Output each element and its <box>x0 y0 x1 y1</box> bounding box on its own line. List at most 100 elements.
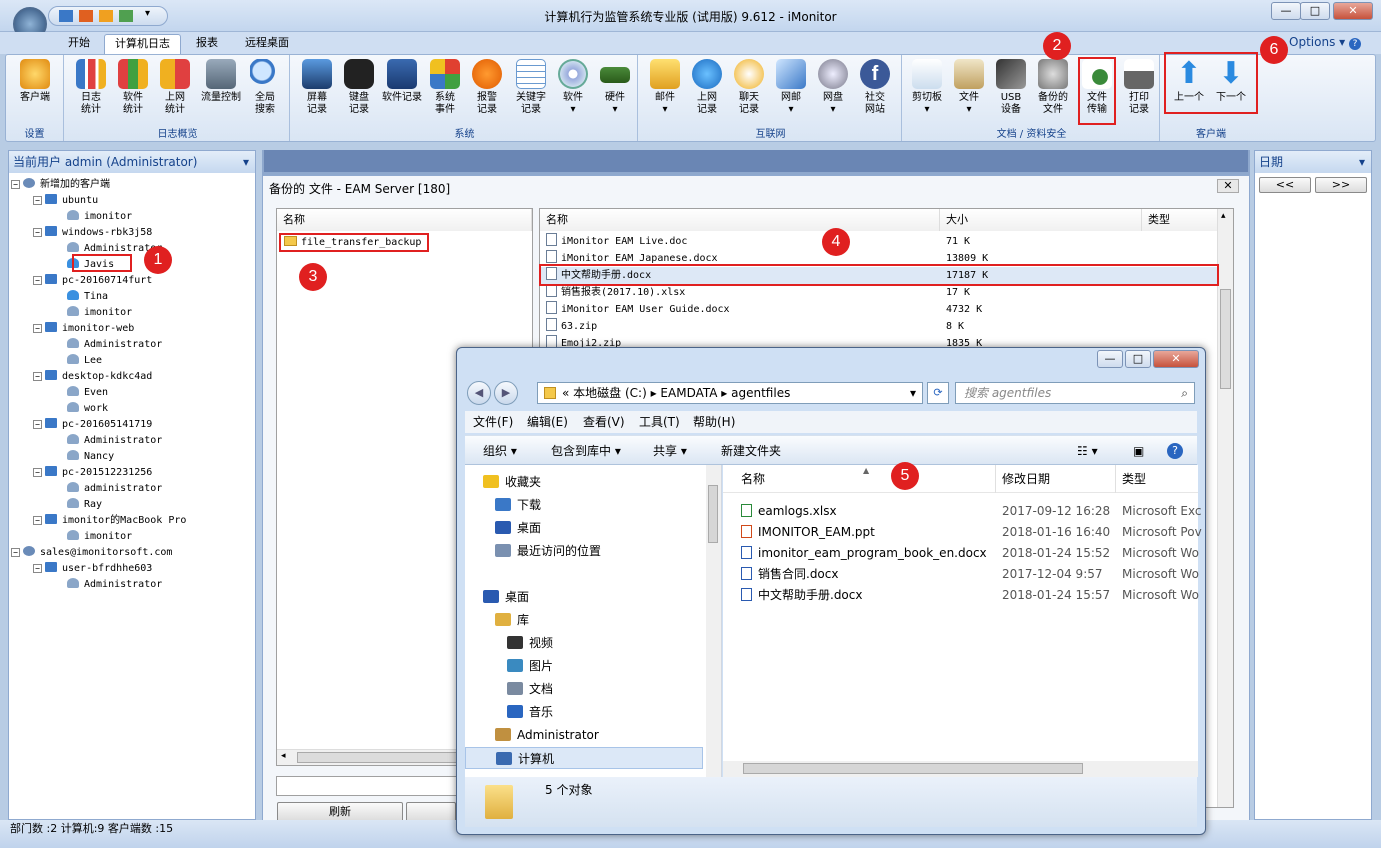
web-stats-button[interactable]: 上网 统计 <box>156 59 194 116</box>
include-in-library-button[interactable]: 包含到库中 ▾ <box>551 436 621 466</box>
backup-files-button[interactable]: 备份的 文件 <box>1034 59 1072 116</box>
tree-expander[interactable]: − <box>33 564 42 573</box>
software-button[interactable]: 软件 ▾ <box>554 59 592 116</box>
preview-pane-icon[interactable]: ▣ <box>1133 436 1144 466</box>
refresh-button[interactable]: 刷新 <box>277 802 403 822</box>
tree-node[interactable]: imonitor-web <box>45 321 134 337</box>
quick-web-icon[interactable] <box>99 10 113 22</box>
chat-record-button[interactable]: 聊天 记录 <box>730 59 768 116</box>
share-button[interactable]: 共享 ▾ <box>653 436 687 466</box>
tree-expander[interactable]: − <box>33 276 42 285</box>
scrollbar-thumb[interactable] <box>708 485 718 543</box>
menu-view[interactable]: 查看(V) <box>583 411 625 433</box>
system-event-button[interactable]: 系统 事件 <box>426 59 464 116</box>
tree-node[interactable]: Lee <box>67 353 102 369</box>
search-icon[interactable]: ⌕ <box>1181 383 1188 403</box>
tree-node[interactable]: imonitor <box>67 209 132 225</box>
clipboard-button[interactable]: 剪切板 ▾ <box>908 59 946 116</box>
organize-button[interactable]: 组织 ▾ <box>483 436 517 466</box>
log-stats-button[interactable]: 日志 统计 <box>72 59 110 116</box>
chevron-down-icon[interactable]: ▾ <box>145 8 150 19</box>
backup-window-close-button[interactable]: ✕ <box>1217 179 1239 193</box>
tree-node[interactable]: work <box>67 401 108 417</box>
tree-node[interactable]: Nancy <box>67 449 114 465</box>
close-button[interactable]: ✕ <box>1333 2 1373 20</box>
next-client-button[interactable]: ⬇ 下一个 <box>1212 59 1250 104</box>
menu-help[interactable]: 帮助(H) <box>693 411 735 433</box>
chevron-down-icon[interactable]: ▾ <box>243 151 249 173</box>
webmail-button[interactable]: 网邮 ▾ <box>772 59 810 116</box>
menu-edit[interactable]: 编辑(E) <box>527 411 568 433</box>
nav-item[interactable]: 桌面 <box>483 586 529 608</box>
traffic-control-button[interactable]: 流量控制 <box>198 59 244 104</box>
web-record-button[interactable]: 上网 记录 <box>688 59 726 116</box>
menu-tools[interactable]: 工具(T) <box>639 411 680 433</box>
alert-record-button[interactable]: 报警 记录 <box>468 59 506 116</box>
tab-report[interactable]: 报表 <box>186 34 228 54</box>
address-bar[interactable]: « 本地磁盘 (C:) ▸ EAMDATA ▸ agentfiles ▾ <box>537 382 923 404</box>
explorer-file-row[interactable]: eamlogs.xlsx 2017-09-12 16:28 Microsoft Ex… <box>723 501 1202 522</box>
folder-tree-name-header[interactable]: 名称 <box>277 209 532 231</box>
scrollbar-thumb[interactable] <box>297 752 477 763</box>
tree-expander[interactable]: − <box>33 420 42 429</box>
file-size-header[interactable]: 大小 <box>940 209 1142 231</box>
print-record-button[interactable]: 打印 记录 <box>1120 59 1158 116</box>
tree-node[interactable]: imonitor <box>67 529 132 545</box>
tree-expander[interactable]: − <box>11 548 20 557</box>
chevron-down-icon[interactable]: ▾ <box>910 383 916 403</box>
minimize-button[interactable]: — <box>1271 2 1301 20</box>
view-options-icon[interactable]: ☷ ▾ <box>1077 436 1098 466</box>
help-icon[interactable]: ? <box>1349 38 1361 50</box>
keyboard-record-button[interactable]: 键盘 记录 <box>340 59 378 116</box>
explorer-file-row[interactable]: 中文帮助手册.docx 2018-01-24 15:57 Microsoft Wo <box>723 585 1199 606</box>
refresh-icon[interactable]: ⟳ <box>927 382 949 404</box>
nav-item[interactable]: 图片 <box>507 655 553 677</box>
tree-expander[interactable]: − <box>33 372 42 381</box>
tree-node[interactable]: Administrator <box>67 433 162 449</box>
back-button[interactable]: ◀ <box>467 381 491 405</box>
new-folder-button[interactable]: 新建文件夹 <box>721 436 781 466</box>
tree-node[interactable]: Ray <box>67 497 102 513</box>
nav-item[interactable]: 桌面 <box>495 517 541 539</box>
tree-node[interactable]: user-bfrdhhe603 <box>45 561 152 577</box>
tree-node[interactable]: ubuntu <box>45 193 98 209</box>
tab-start[interactable]: 开始 <box>58 34 100 54</box>
file-row[interactable]: iMonitor EAM Live.doc 71 K <box>540 233 1218 250</box>
tree-node[interactable]: Even <box>67 385 108 401</box>
nav-item[interactable]: 库 <box>495 609 529 631</box>
global-search-button[interactable]: 全局 搜索 <box>246 59 284 116</box>
scrollbar-thumb[interactable] <box>743 763 1083 774</box>
file-transfer-button[interactable]: 文件 传输 <box>1078 57 1116 125</box>
keyword-record-button[interactable]: 关键字 记录 <box>510 59 552 116</box>
tree-expander[interactable]: − <box>33 228 42 237</box>
file-row[interactable]: 63.zip 8 K <box>540 318 1218 335</box>
quick-access-toolbar[interactable]: ▾ <box>48 6 168 26</box>
tree-node[interactable]: pc-20160714furt <box>45 273 152 289</box>
tree-node[interactable]: windows-rbk3j58 <box>45 225 152 241</box>
netdisk-button[interactable]: 网盘 ▾ <box>814 59 852 116</box>
hardware-button[interactable]: 硬件 ▾ <box>596 59 634 116</box>
file-name-header[interactable]: 名称 <box>540 209 940 231</box>
tree-expander[interactable]: − <box>33 196 42 205</box>
date-header[interactable]: 日期 ▾ <box>1255 151 1371 173</box>
help-icon[interactable]: ? <box>1167 443 1183 459</box>
breadcrumb-drive[interactable]: 本地磁盘 (C:) <box>573 386 647 400</box>
tree-node[interactable]: pc-201605141719 <box>45 417 152 433</box>
vertical-scrollbar[interactable]: ▴ <box>1217 209 1233 807</box>
tab-remote-desktop[interactable]: 远程桌面 <box>235 34 299 54</box>
explorer-file-row[interactable]: imonitor_eam_program_book_en.docx 2018-01… <box>723 543 1199 564</box>
current-user-header[interactable]: 当前用户 admin (Administrator) ▾ <box>9 151 255 173</box>
file-button[interactable]: 文件 ▾ <box>950 59 988 116</box>
tree-node[interactable]: 新增加的客户端 <box>23 177 110 193</box>
nav-item[interactable]: 视频 <box>507 632 553 654</box>
tree-node[interactable]: sales@imonitorsoft.com <box>23 545 172 561</box>
quick-traffic-icon[interactable] <box>119 10 133 22</box>
client-button[interactable]: 客户端 <box>16 59 54 104</box>
explorer-file-row[interactable]: IMONITOR_EAM.ppt 2018-01-16 16:40 Microsof… <box>723 522 1202 543</box>
explorer-file-row[interactable]: 销售合同.docx 2017-12-04 9:57 Microsoft Wo <box>723 564 1199 585</box>
chevron-down-icon[interactable]: ▾ <box>1359 151 1365 173</box>
maximize-button[interactable]: □ <box>1300 2 1330 20</box>
breadcrumb-eamdata[interactable]: EAMDATA <box>660 386 717 400</box>
prev-date-button[interactable]: << <box>1259 177 1311 193</box>
software-record-button[interactable]: 软件记录 <box>380 59 424 104</box>
